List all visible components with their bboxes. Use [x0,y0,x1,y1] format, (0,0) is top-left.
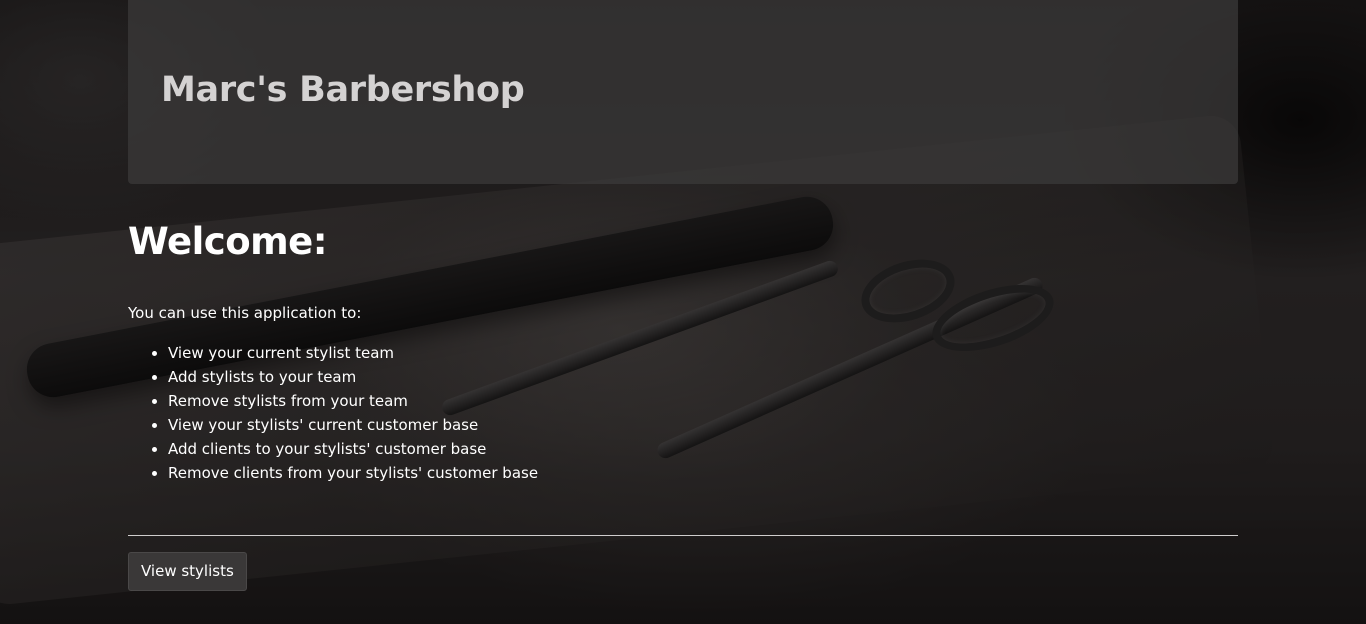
list-item: Remove stylists from your team [168,389,1238,413]
intro-text: You can use this application to: [128,304,362,322]
list-item: Add stylists to your team [168,365,1238,389]
welcome-heading: Welcome: [128,220,328,263]
view-stylists-button[interactable]: View stylists [128,552,247,591]
list-item: Remove clients from your stylists' custo… [168,461,1238,485]
list-item: View your stylists' current customer bas… [168,413,1238,437]
header-jumbotron: Marc's Barbershop [128,0,1238,184]
site-title: Marc's Barbershop [161,70,525,110]
list-item: View your current stylist team [168,341,1238,365]
list-item: Add clients to your stylists' customer b… [168,437,1238,461]
feature-list: View your current stylist team Add styli… [128,341,1238,485]
divider [128,535,1238,536]
page-container: Marc's Barbershop Welcome: You can use t… [128,0,1238,591]
